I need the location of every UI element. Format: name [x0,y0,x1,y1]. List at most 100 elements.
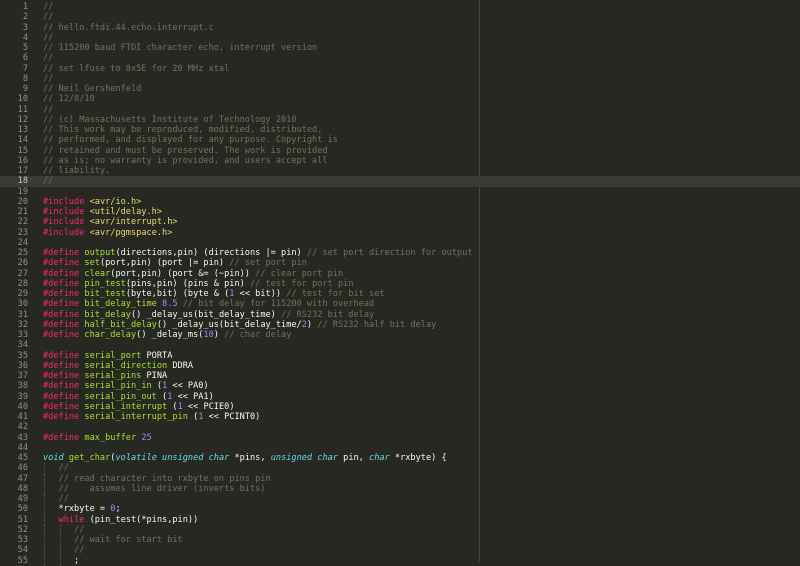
code-line[interactable]: 6 // [0,53,800,63]
code-line[interactable]: 10 // 12/8/10 [0,94,800,104]
line-text: // read character into rxbyte on pins pi… [43,474,271,484]
code-line[interactable]: 32 #define half_bit_delay() _delay_us(bit… [0,320,800,330]
code-line[interactable]: 14 // performed, and displayed for any pu… [0,135,800,145]
code-line[interactable]: 35 #define serial_port PORTA [0,351,800,361]
code-line[interactable]: 13 // This work may be reproduced, modifi… [0,125,800,135]
code-line[interactable]: 3 // hello.ftdi.44.echo.interrupt.c [0,23,800,33]
code-line[interactable]: 11 // [0,105,800,115]
line-number: 19 [17,186,28,197]
line-text: #define bit_test(byte,bit) (byte & (1 <<… [43,289,385,299]
code-line[interactable]: 18 // [0,176,800,187]
code-token: // [74,545,85,556]
code-line[interactable]: 23 #include <avr/pgmspace.h> [0,228,800,238]
code-line[interactable]: 24 [0,238,800,248]
code-token: // [43,104,54,115]
line-text: // wait for start bit [43,535,183,545]
code-token: ) [213,330,225,340]
code-token: // as is; no warranty is provided, and u… [43,155,328,166]
code-line[interactable]: 9 // Neil Gershenfeld [0,84,800,94]
code-line[interactable]: 25 #define output(directions,pin) (direct… [0,248,800,258]
code-line[interactable]: 52 // [0,524,800,535]
line-text: #include <avr/pgmspace.h> [43,228,172,238]
code-line[interactable]: 39 #define serial_pin_out (1 << PA1) [0,392,800,402]
code-line[interactable]: 37 #define serial_pins PINA [0,371,800,381]
code-line[interactable]: 47 // read character into rxbyte on pins… [0,473,800,484]
code-line[interactable]: 17 // liability. [0,166,800,176]
code-line[interactable]: 49 // [0,494,800,505]
code-line[interactable]: 31 #define bit_delay() _delay_us(bit_dela… [0,310,800,320]
code-line[interactable]: 46 // [0,463,800,474]
code-line[interactable]: 7 // set lfuse to 0x5E for 20 MHz xtal [0,64,800,74]
code-token: // test for bit set [286,289,385,299]
code-token: *rxbyte = [43,504,111,515]
code-line[interactable]: 5 // 115200 baud FTDI character echo, int… [0,43,800,53]
code-token: (pins,pin) (pins & pin) [125,278,250,289]
code-token: // char delay [224,330,292,340]
code-line[interactable]: 15 // retained and must be preserved. The… [0,146,800,156]
code-line[interactable]: 12 // (c) Massachusetts Institute of Tech… [0,115,800,125]
code-line[interactable]: 4 // [0,33,800,43]
code-editor[interactable]: 1 // 2 // 3 // hello.ftdi.44.echo.interrupt.c… [0,0,800,566]
code-line[interactable]: 22 #include <avr/interrupt.h> [0,217,800,227]
code-line[interactable]: 16 // as is; no warranty is provided, and… [0,156,800,166]
code-token: pin, [337,453,370,463]
code-line[interactable]: 26 #define set(port,pin) (port |= pin) //… [0,258,800,268]
code-token: () _delay_us(bit_delay_time/ [156,319,302,330]
line-text: *rxbyte = 0; [43,504,121,514]
line-text: #define clear(port,pin) (port &= (~pin))… [43,269,343,279]
code-line[interactable]: 21 #include <util/delay.h> [0,207,800,217]
code-line[interactable]: 53 // wait for start bit [0,535,800,546]
code-line[interactable]: 1 // [0,2,800,12]
code-line[interactable]: 30 #define bit_delay_time 8.5 // bit dela… [0,299,800,309]
line-number: 41 [17,412,28,422]
code-line[interactable]: 28 #define pin_test(pins,pin) (pins & pin… [0,279,800,289]
code-line[interactable]: 38 #define serial_pin_in (1 << PA0) [0,381,800,391]
code-token: // 115200 baud FTDI character echo, inte… [43,43,318,53]
code-line[interactable]: 50 *rxbyte = 0; [0,504,800,515]
code-line[interactable]: 43 #define max_buffer 25 [0,433,800,443]
code-line[interactable]: 40 #define serial_interrupt (1 << PCIE0) [0,402,800,412]
line-number: 25 [17,248,28,258]
code-line[interactable]: 45 void get_char(volatile unsigned char *… [0,453,800,463]
code-line[interactable]: 20 #include <avr/io.h> [0,197,800,207]
code-area[interactable]: 1 // 2 // 3 // hello.ftdi.44.echo.interrupt.c… [0,2,800,566]
code-line[interactable]: 29 #define bit_test(byte,bit) (byte & (1 … [0,289,800,299]
code-token: #define [43,371,80,381]
code-token: output [84,248,116,258]
code-token: bit_delay [84,309,131,320]
code-line[interactable]: 54 // [0,545,800,556]
line-text: #define serial_port PORTA [43,351,172,361]
code-line[interactable]: 19 [0,187,800,197]
code-line[interactable]: 34 [0,340,800,350]
code-token: (byte,bit) (byte & ( [125,289,230,299]
code-token: #define [43,268,80,279]
code-token: // [58,463,69,474]
code-token: () _delay_ms( [136,330,204,340]
code-line[interactable]: 33 #define char_delay() _delay_ms(10) // … [0,330,800,340]
code-line[interactable]: 8 // [0,74,800,84]
code-token: *pins, [229,453,271,463]
line-text: // [43,2,53,12]
code-token: ( [167,401,178,412]
line-number: 39 [17,391,28,402]
code-line[interactable]: 44 [0,443,800,453]
code-token: #define [43,412,80,422]
code-line[interactable]: 51 while (pin_test(*pins,pin)) [0,514,800,525]
code-line[interactable]: 55 ; [0,555,800,566]
line-text: while (pin_test(*pins,pin)) [43,515,199,525]
line-number: 30 [17,299,28,310]
code-token: #define [43,319,80,330]
line-text: // (c) Massachusetts Institute of Techno… [43,115,297,125]
code-line[interactable]: 41 #define serial_interrupt_pin (1 << PCI… [0,412,800,422]
code-line[interactable]: 42 [0,422,800,432]
line-text: #define serial_pin_in (1 << PA0) [43,381,209,391]
code-token: #define [43,391,80,402]
code-line[interactable]: 48 // assumes line driver (inverts bits) [0,483,800,494]
code-line[interactable]: 27 #define clear(port,pin) (port &= (~pin… [0,269,800,279]
line-text: // liability. [43,166,110,176]
code-line[interactable]: 2 // [0,12,800,22]
line-number: 36 [17,360,28,371]
code-line[interactable]: 36 #define serial_direction DDRA [0,361,800,371]
